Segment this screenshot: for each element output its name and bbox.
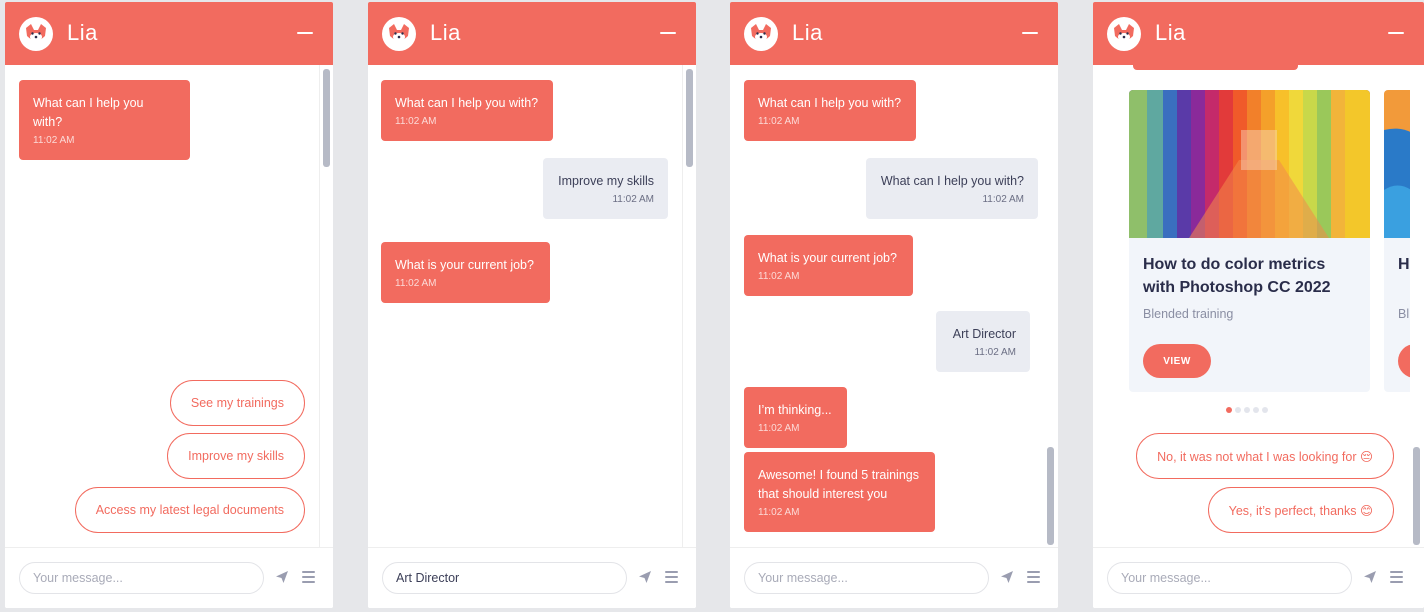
bot-message: What can I help you with? 11:02 AM (381, 80, 553, 141)
paper-plane-icon[interactable] (275, 570, 289, 584)
chat-footer (730, 547, 1058, 608)
message-list: How to do color metrics with Photoshop C… (1093, 65, 1424, 547)
message-input[interactable] (19, 562, 264, 594)
carousel-dot[interactable] (1235, 407, 1241, 413)
message-time: 11:02 AM (612, 194, 654, 205)
scrollbar-thumb[interactable] (1413, 447, 1420, 545)
message-text: Art Director (952, 327, 1016, 341)
chat-panel-3: Lia What can I help you with? 11:02 AM W… (730, 2, 1058, 608)
scrollbar[interactable] (682, 65, 696, 547)
message-time: 11:02 AM (758, 507, 800, 518)
hamburger-menu-icon[interactable] (1390, 571, 1403, 583)
bot-name: Lia (792, 20, 823, 45)
card-subtitle: Blended training (1143, 307, 1234, 321)
bot-name: Lia (67, 20, 98, 45)
hamburger-menu-icon[interactable] (1027, 571, 1040, 583)
fox-icon (744, 17, 778, 51)
card-title: How to do color metrics with Photoshop C… (1143, 256, 1331, 296)
message-text: What can I help you with? (758, 96, 902, 110)
message-time: 11:02 AM (758, 271, 800, 282)
hamburger-menu-icon[interactable] (665, 571, 678, 583)
carousel-dot[interactable] (1262, 407, 1268, 413)
training-card[interactable]: How to do color metrics with Photoshop C… (1129, 90, 1370, 392)
scrollbar[interactable] (319, 65, 333, 547)
message-time: 11:02 AM (395, 116, 437, 127)
paper-plane-icon[interactable] (638, 570, 652, 584)
paper-plane-icon[interactable] (1000, 570, 1014, 584)
scrollbar-thumb[interactable] (686, 69, 693, 167)
fox-icon (382, 17, 416, 51)
quick-reply-legal-documents[interactable]: Access my latest legal documents (74, 487, 305, 533)
message-time: 11:02 AM (33, 135, 75, 146)
minimize-icon[interactable] (656, 23, 680, 43)
carousel-dot[interactable] (1226, 407, 1232, 413)
view-button[interactable]: VIEW (1143, 344, 1211, 378)
scrollbar-thumb[interactable] (323, 69, 330, 167)
message-input[interactable] (744, 562, 989, 594)
user-message: Improve my skills 11:02 AM (543, 158, 668, 219)
message-text: What can I help you with? (880, 174, 1024, 188)
scrollbar[interactable] (1410, 65, 1424, 547)
chat-panel-4: Lia How to do color metrics with Photosh… (1093, 2, 1424, 608)
quick-reply-perfect[interactable]: Yes, it’s perfect, thanks 😊 (1207, 487, 1394, 533)
bot-name: Lia (1155, 20, 1186, 45)
fox-icon (1107, 17, 1141, 51)
bot-name: Lia (430, 20, 461, 45)
user-message: Art Director 11:02 AM (936, 311, 1030, 372)
bot-message: Awesome! I found 5 trainings that should… (744, 452, 935, 532)
bot-message: What can I help you with? 11:02 AM (19, 80, 190, 160)
message-text: Awesome! I found 5 trainings that should… (758, 468, 919, 501)
bot-message: What is your current job? 11:02 AM (744, 235, 913, 296)
card-subtitle: Bl (1398, 307, 1410, 321)
message-list: What can I help you with? 11:02 AM Impro… (368, 65, 696, 547)
user-message: What can I help you with? 11:02 AM (866, 158, 1038, 219)
scrollbar[interactable] (1044, 65, 1058, 547)
chat-panel-2: Lia What can I help you with? 11:02 AM I… (368, 2, 696, 608)
carousel-dot[interactable] (1244, 407, 1250, 413)
bot-message: What is your current job? 11:02 AM (381, 242, 550, 303)
bot-message: I’m thinking... 11:02 AM (744, 387, 847, 448)
quick-reply-see-trainings[interactable]: See my trainings (169, 380, 305, 426)
minimize-icon[interactable] (1018, 23, 1042, 43)
scrollbar-thumb[interactable] (1047, 447, 1054, 545)
chat-header: Lia (368, 2, 696, 65)
message-text: What is your current job? (758, 251, 897, 265)
message-list: What can I help you with? 11:02 AM See m… (5, 65, 333, 547)
message-time: 11:02 AM (758, 423, 800, 434)
chat-panel-1: Lia What can I help you with? 11:02 AM S… (5, 2, 333, 608)
message-time: 11:02 AM (982, 194, 1024, 205)
training-image (1129, 90, 1370, 238)
message-list: What can I help you with? 11:02 AM What … (730, 65, 1058, 547)
chat-header: Lia (730, 2, 1058, 65)
chat-footer (5, 547, 333, 608)
minimize-icon[interactable] (293, 23, 317, 43)
bot-message: What can I help you with? 11:02 AM (744, 80, 916, 141)
quick-reply-improve-skills[interactable]: Improve my skills (167, 433, 305, 479)
chat-footer (368, 547, 696, 608)
message-text: What is your current job? (395, 258, 534, 272)
message-time: 11:02 AM (758, 116, 800, 127)
quick-reply-not-looking-for[interactable]: No, it was not what I was looking for 😔 (1136, 433, 1394, 479)
hamburger-menu-icon[interactable] (302, 571, 315, 583)
minimize-icon[interactable] (1384, 23, 1408, 43)
message-text: I’m thinking... (758, 403, 832, 417)
message-input[interactable] (1107, 562, 1352, 594)
chat-footer (1093, 547, 1424, 608)
message-time: 11:02 AM (974, 347, 1016, 358)
message-text: What can I help you with? (33, 96, 144, 129)
message-text: Improve my skills (558, 174, 654, 188)
message-time: 11:02 AM (395, 278, 437, 289)
carousel-dot[interactable] (1253, 407, 1259, 413)
message-text: What can I help you with? (395, 96, 539, 110)
fox-icon (19, 17, 53, 51)
carousel-indicator (1226, 407, 1268, 413)
message-input[interactable] (382, 562, 627, 594)
chat-header: Lia (5, 2, 333, 65)
paper-plane-icon[interactable] (1363, 570, 1377, 584)
